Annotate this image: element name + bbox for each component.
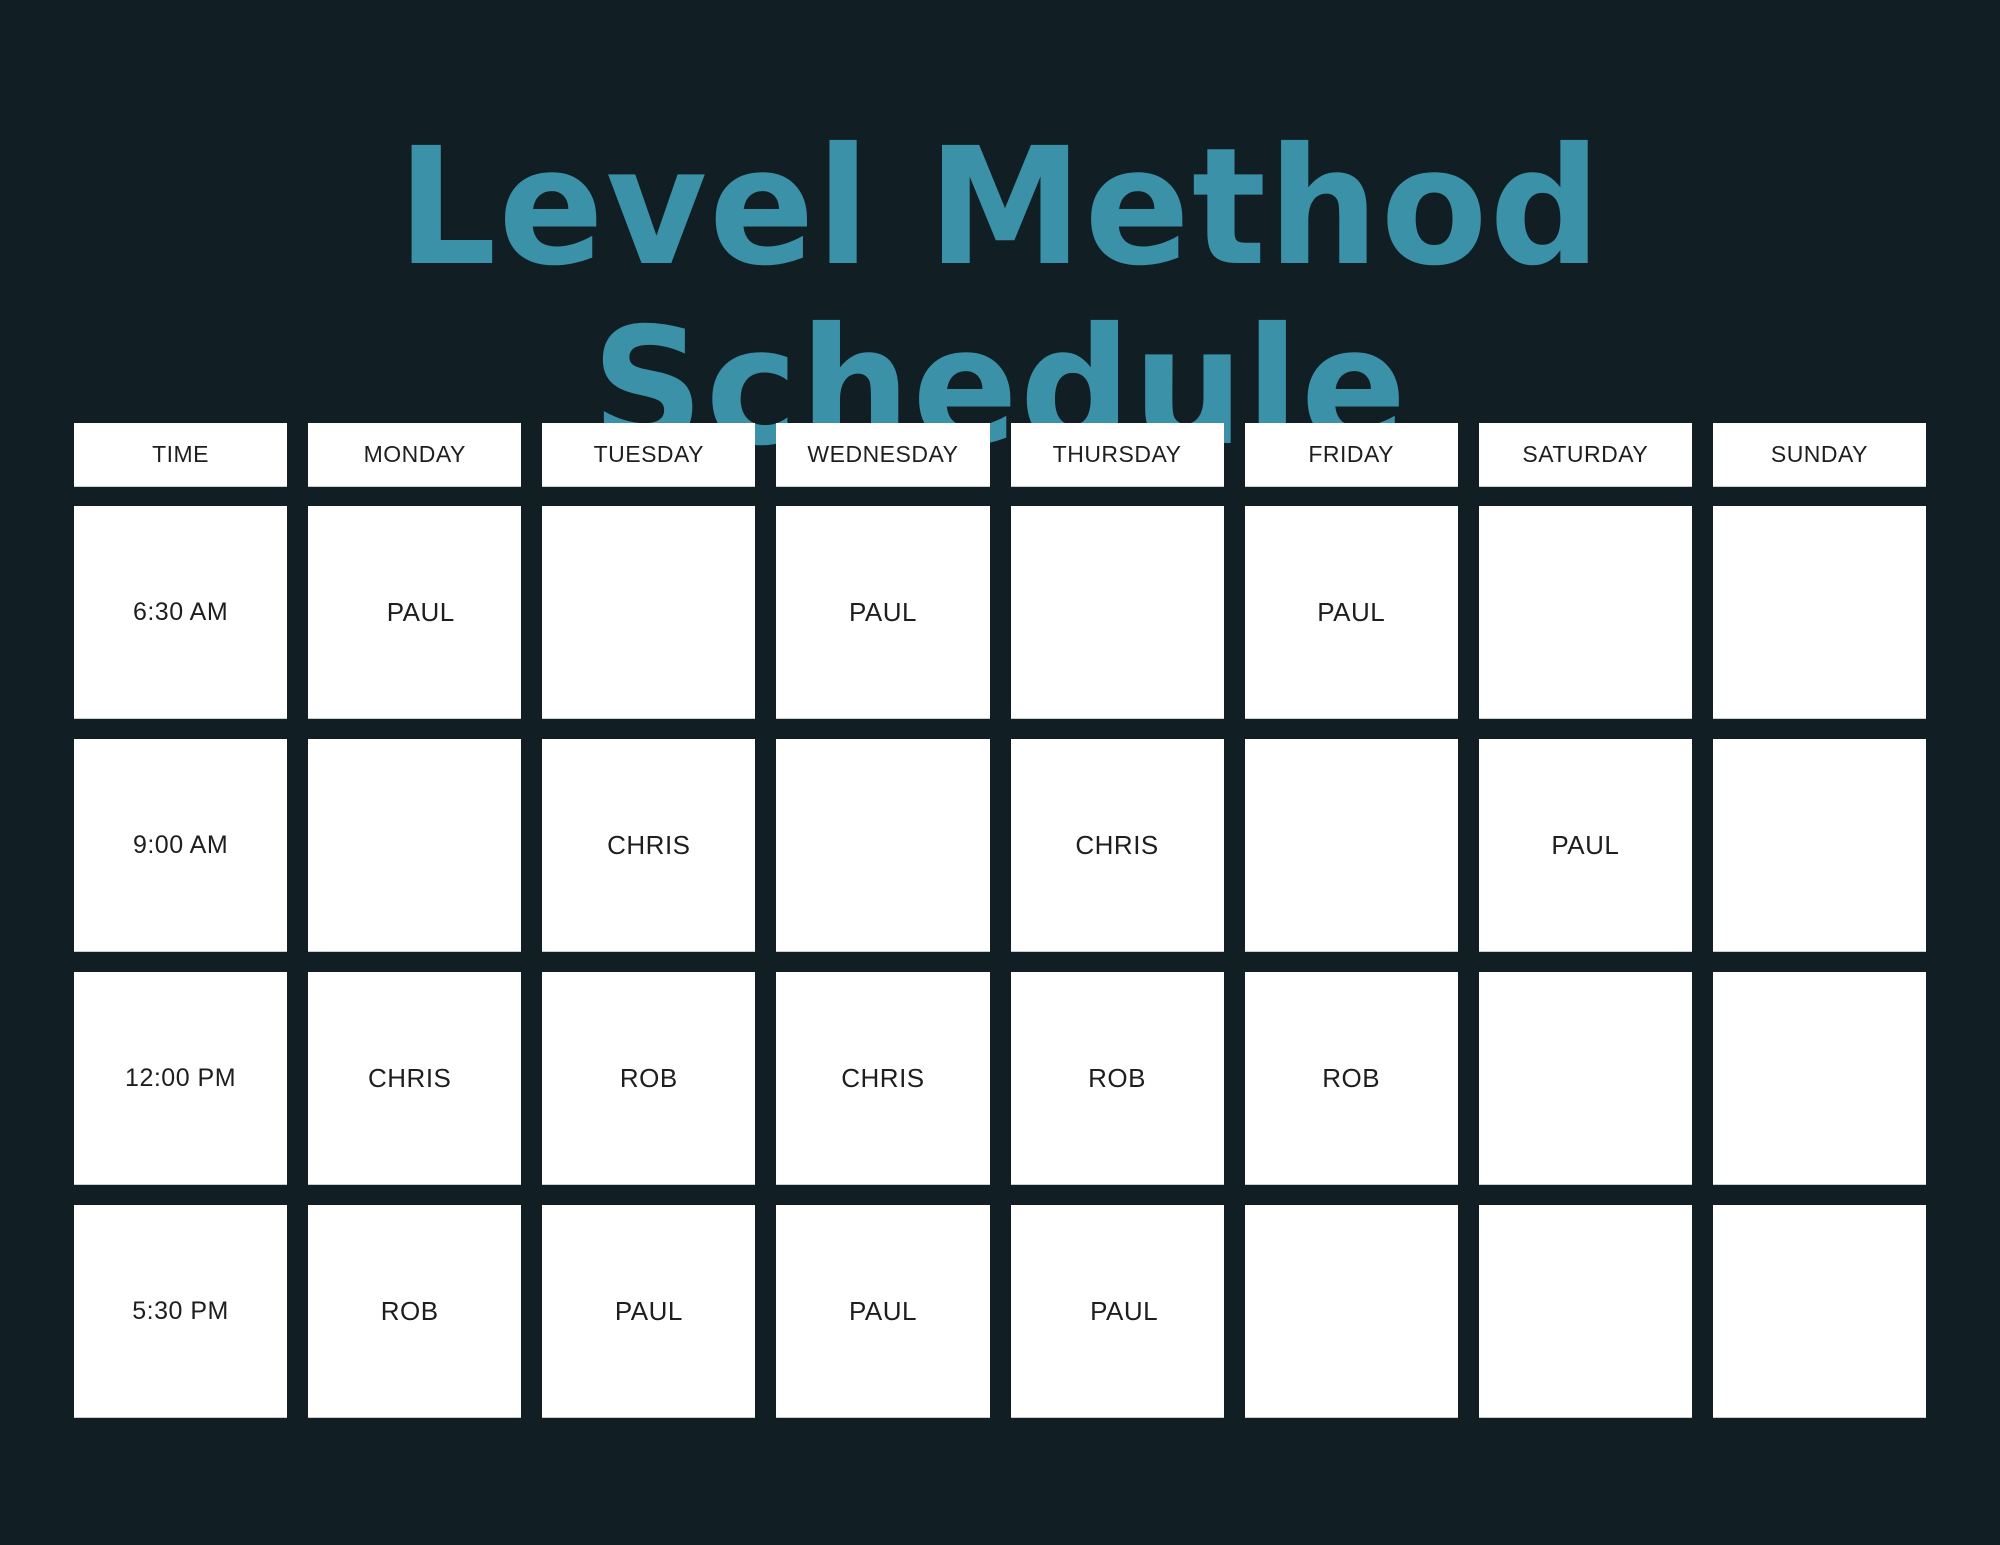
- slot-tuesday: ROB: [542, 972, 756, 1185]
- slot-saturday: [1478, 1205, 1692, 1418]
- header-wednesday: WEDNESDAY: [776, 423, 990, 487]
- slot-wednesday: [776, 739, 990, 952]
- header-sunday: SUNDAY: [1712, 423, 1926, 487]
- time-slot: 12:00 PM: [74, 972, 288, 1185]
- slot-tuesday: CHRIS: [542, 739, 756, 952]
- slot-sunday: [1712, 972, 1926, 1185]
- slot-monday: CHRIS: [308, 972, 522, 1185]
- slot-wednesday: PAUL: [776, 506, 990, 719]
- slot-wednesday: PAUL: [776, 1205, 990, 1418]
- slot-sunday: [1712, 739, 1926, 952]
- slot-monday: [308, 739, 522, 952]
- slot-monday: ROB: [308, 1205, 522, 1418]
- schedule-row: 9:00 AM CHRIS CHRIS PAUL: [74, 739, 1926, 952]
- slot-wednesday: CHRIS: [776, 972, 990, 1185]
- schedule-header-row: TIME MONDAY TUESDAY WEDNESDAY THURSDAY F…: [74, 423, 1926, 487]
- header-monday: MONDAY: [308, 423, 522, 487]
- slot-sunday: [1712, 1205, 1926, 1418]
- header-thursday: THURSDAY: [1010, 423, 1224, 487]
- slot-friday: [1244, 739, 1458, 952]
- time-slot: 6:30 AM: [74, 506, 288, 719]
- header-time: TIME: [74, 423, 288, 487]
- slot-friday: [1244, 1205, 1458, 1418]
- header-saturday: SATURDAY: [1478, 423, 1692, 487]
- slot-tuesday: PAUL: [542, 1205, 756, 1418]
- slot-thursday: PAUL: [1010, 1205, 1224, 1418]
- time-slot: 5:30 PM: [74, 1205, 288, 1418]
- slot-saturday: PAUL: [1478, 739, 1692, 952]
- header-tuesday: TUESDAY: [542, 423, 756, 487]
- schedule-row: 6:30 AM PAUL PAUL PAUL: [74, 506, 1926, 719]
- slot-sunday: [1712, 506, 1926, 719]
- schedule-row: 5:30 PM ROB PAUL PAUL PAUL: [74, 1205, 1926, 1418]
- slot-saturday: [1478, 506, 1692, 719]
- slot-tuesday: [542, 506, 756, 719]
- slot-thursday: ROB: [1010, 972, 1224, 1185]
- slot-friday: PAUL: [1244, 506, 1458, 719]
- slot-saturday: [1478, 972, 1692, 1185]
- time-slot: 9:00 AM: [74, 739, 288, 952]
- schedule-row: 12:00 PM CHRIS ROB CHRIS ROB ROB: [74, 972, 1926, 1185]
- slot-monday: PAUL: [308, 506, 522, 719]
- slot-thursday: [1010, 506, 1224, 719]
- header-friday: FRIDAY: [1244, 423, 1458, 487]
- slot-thursday: CHRIS: [1010, 739, 1224, 952]
- slot-friday: ROB: [1244, 972, 1458, 1185]
